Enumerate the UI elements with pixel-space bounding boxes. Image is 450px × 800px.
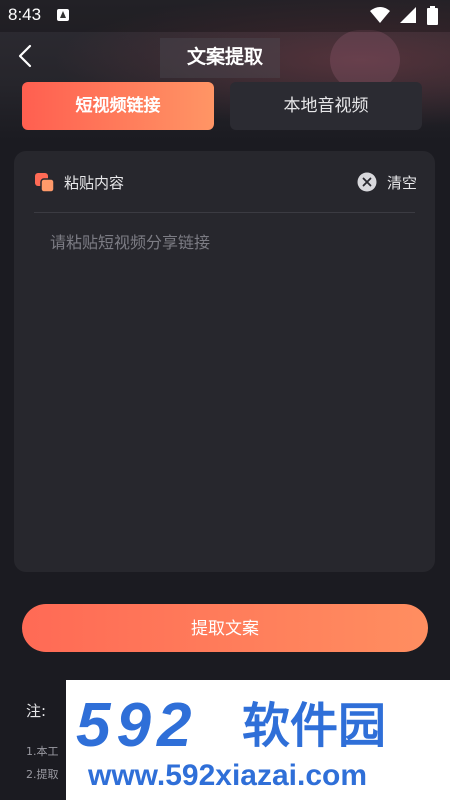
link-input-panel: 粘贴内容 清空 bbox=[14, 151, 435, 572]
watermark-text: 软件园 bbox=[242, 698, 386, 754]
note-line: 2.提取 bbox=[26, 768, 59, 781]
status-time: 8:43 bbox=[8, 5, 42, 24]
wifi-icon bbox=[370, 7, 390, 23]
notes-title: 注: bbox=[26, 702, 47, 720]
battery-icon bbox=[427, 6, 438, 25]
signal-icon bbox=[400, 7, 416, 23]
watermark-logo: 592 软件园 www.592xiazai.com bbox=[66, 680, 450, 800]
watermark-number: 592 bbox=[76, 691, 197, 760]
note-line: 1.本工 bbox=[26, 745, 59, 758]
panel-toolbar: 粘贴内容 清空 bbox=[14, 151, 435, 211]
tab-short-video-link[interactable]: 短视频链接 bbox=[22, 82, 214, 130]
clear-button[interactable]: 清空 bbox=[387, 172, 417, 193]
app-notification-icon bbox=[57, 9, 69, 21]
tab-local-media[interactable]: 本地音视频 bbox=[230, 82, 422, 130]
paste-button[interactable]: 粘贴内容 bbox=[64, 172, 124, 193]
paste-icon[interactable] bbox=[35, 173, 55, 193]
clear-icon[interactable] bbox=[357, 172, 377, 192]
extract-copy-button[interactable]: 提取文案 bbox=[22, 604, 428, 652]
divider bbox=[34, 212, 415, 213]
share-link-input[interactable] bbox=[50, 229, 410, 549]
watermark-url: www.592xiazai.com bbox=[87, 759, 367, 792]
page-title: 文案提取 bbox=[186, 46, 263, 68]
status-bar: 8:43 bbox=[0, 0, 450, 32]
